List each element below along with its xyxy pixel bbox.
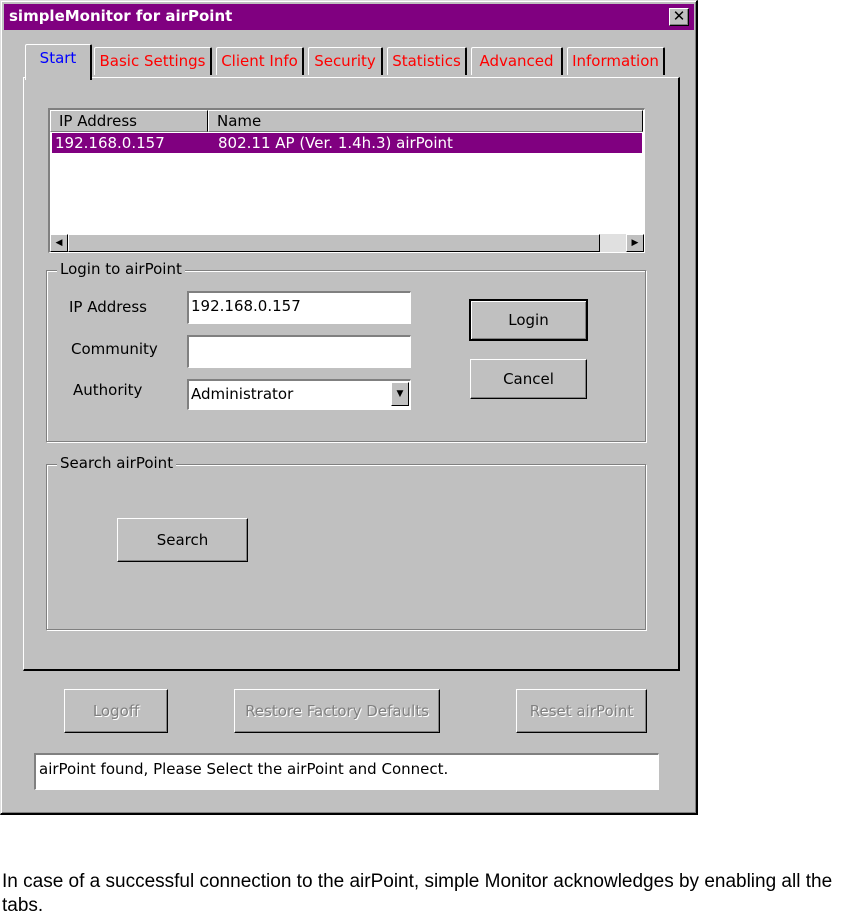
column-header-name[interactable]: Name xyxy=(208,110,643,132)
tab-security[interactable]: Security xyxy=(308,47,383,75)
authority-select[interactable]: Administrator ▼ xyxy=(187,379,411,410)
horizontal-scrollbar[interactable]: ◀ ▶ xyxy=(50,234,644,252)
login-button[interactable]: Login xyxy=(469,299,588,341)
window-title: simpleMonitor for airPoint xyxy=(9,7,233,25)
reset-airpoint-button[interactable]: Reset airPoint xyxy=(516,689,647,733)
scroll-right-icon[interactable]: ▶ xyxy=(626,234,644,252)
login-group: Login to airPoint IP Address 192.168.0.1… xyxy=(46,260,646,442)
caption-text: In case of a successful connection to th… xyxy=(2,871,833,916)
tab-statistics[interactable]: Statistics xyxy=(387,47,467,75)
list-item-ip: 192.168.0.157 xyxy=(55,134,165,152)
list-item-name: 802.11 AP (Ver. 1.4h.3) airPoint xyxy=(218,134,453,152)
tab-panel-start: IP Address Name 192.168.0.157 802.11 AP … xyxy=(23,77,680,671)
airpoint-list[interactable]: IP Address Name 192.168.0.157 802.11 AP … xyxy=(48,108,645,253)
login-group-title: Login to airPoint xyxy=(57,260,185,278)
logoff-button[interactable]: Logoff xyxy=(64,689,168,733)
search-button[interactable]: Search xyxy=(117,518,248,562)
close-button[interactable]: ✕ xyxy=(669,8,689,26)
list-item[interactable]: 192.168.0.157 802.11 AP (Ver. 1.4h.3) ai… xyxy=(52,133,642,153)
community-label: Community xyxy=(71,340,158,358)
tab-basic-settings[interactable]: Basic Settings xyxy=(94,47,212,75)
cancel-button[interactable]: Cancel xyxy=(470,359,587,399)
column-header-ip[interactable]: IP Address xyxy=(50,110,208,132)
restore-factory-defaults-button[interactable]: Restore Factory Defaults xyxy=(234,689,440,733)
tab-advanced[interactable]: Advanced xyxy=(471,47,563,75)
scroll-thumb[interactable] xyxy=(68,234,600,252)
app-window: simpleMonitor for airPoint ✕ Start Basic… xyxy=(0,0,698,815)
search-group: Search airPoint Search xyxy=(46,454,646,630)
close-icon: ✕ xyxy=(672,7,686,25)
ip-address-label: IP Address xyxy=(69,298,147,316)
chevron-down-icon[interactable]: ▼ xyxy=(391,382,409,406)
tab-information[interactable]: Information xyxy=(567,47,665,75)
ip-address-field[interactable]: 192.168.0.157 xyxy=(187,291,411,324)
status-message: airPoint found, Please Select the airPoi… xyxy=(34,753,659,790)
search-group-title: Search airPoint xyxy=(57,454,177,472)
authority-label: Authority xyxy=(73,381,143,399)
community-field[interactable] xyxy=(187,335,411,368)
title-bar[interactable]: simpleMonitor for airPoint ✕ xyxy=(4,4,694,30)
scroll-left-icon[interactable]: ◀ xyxy=(50,234,68,252)
authority-value: Administrator xyxy=(191,385,294,403)
tab-client-info[interactable]: Client Info xyxy=(216,47,304,75)
tab-start[interactable]: Start xyxy=(25,44,92,80)
